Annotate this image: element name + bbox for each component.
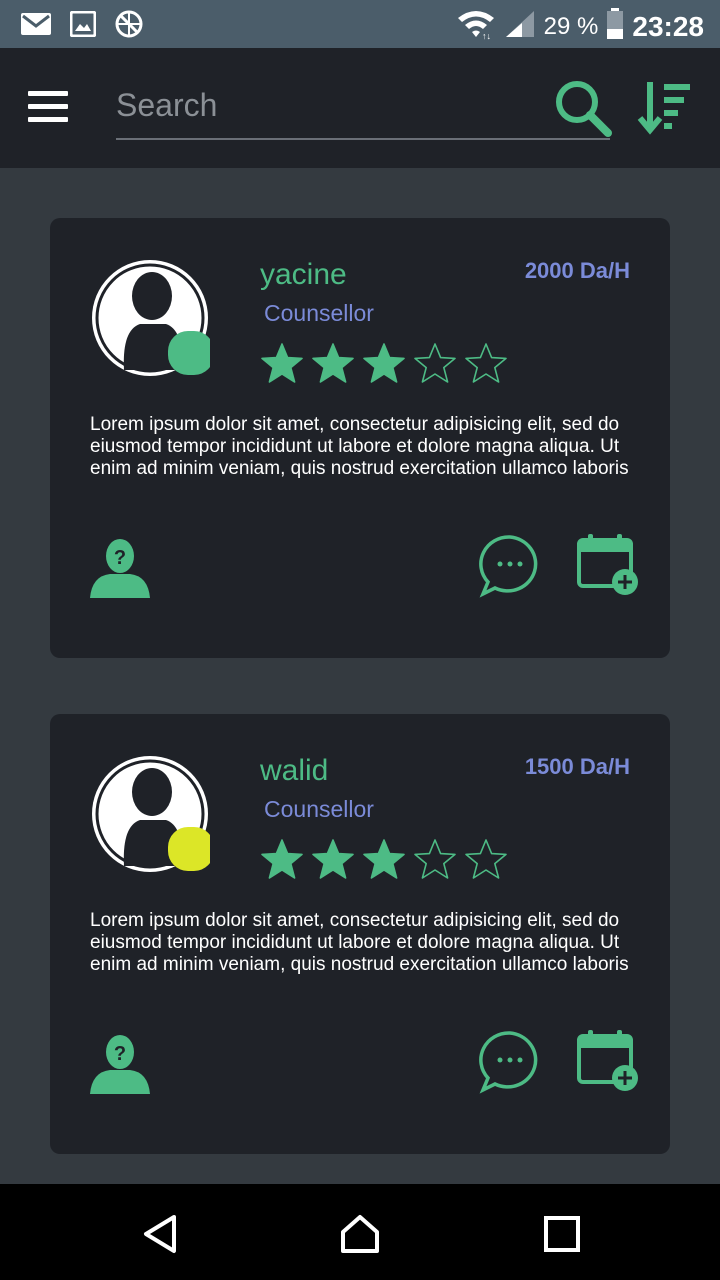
signal-icon <box>504 9 536 44</box>
back-icon <box>144 1215 176 1253</box>
counsellor-card[interactable]: walid Counsellor 1500 Da/H Lorem ipsum d… <box>50 714 670 1154</box>
search-bar <box>116 78 610 140</box>
user-question-icon: ? <box>90 1035 150 1094</box>
star-empty-icon <box>414 343 456 383</box>
counsellor-card[interactable]: yacine Counsellor 2000 Da/H Lorem ipsum … <box>50 218 670 658</box>
chat-bubble-icon <box>479 1031 538 1094</box>
star-empty-icon <box>465 839 507 879</box>
hourly-rate: 1500 Da/H <box>524 754 630 779</box>
menu-button[interactable] <box>28 91 68 123</box>
book-appointment-button[interactable] <box>576 532 642 598</box>
menu-icon <box>28 91 68 122</box>
chat-bubble-icon <box>479 535 538 598</box>
rating-stars <box>260 838 508 882</box>
counsellor-name[interactable]: yacine <box>260 258 347 292</box>
svg-text:?: ? <box>114 547 126 569</box>
battery-icon <box>606 8 624 45</box>
network-blocked-icon <box>114 9 144 44</box>
search-icon <box>556 81 612 137</box>
chat-button[interactable] <box>478 534 542 598</box>
sort-icon <box>637 82 690 135</box>
svg-text:↑↓: ↑↓ <box>482 31 491 40</box>
search-button[interactable] <box>552 78 614 140</box>
system-nav-bar <box>0 1184 720 1280</box>
svg-text:?: ? <box>114 1043 126 1065</box>
wifi-icon: ↑↓ <box>456 8 496 45</box>
hourly-rate: 2000 Da/H <box>524 258 630 283</box>
counsellor-role: Counsellor <box>264 300 374 326</box>
avatar <box>92 260 210 376</box>
ask-question-button[interactable]: ? <box>88 534 152 598</box>
clock: 23:28 <box>632 10 704 42</box>
recents-icon <box>544 1216 580 1252</box>
ask-question-button[interactable]: ? <box>88 1030 152 1094</box>
search-input[interactable] <box>116 78 536 132</box>
star-filled-icon <box>363 839 405 879</box>
sort-button[interactable] <box>636 78 694 138</box>
recents-button[interactable] <box>542 1214 582 1254</box>
mail-icon <box>20 11 52 42</box>
star-filled-icon <box>261 839 303 879</box>
counsellor-name[interactable]: walid <box>260 754 328 788</box>
star-filled-icon <box>363 343 405 383</box>
rating-stars <box>260 342 508 386</box>
home-icon <box>341 1215 379 1253</box>
star-empty-icon <box>465 343 507 383</box>
counsellor-role: Counsellor <box>264 796 374 822</box>
back-button[interactable] <box>140 1214 180 1254</box>
home-button[interactable] <box>340 1214 380 1254</box>
status-bar: ↑↓ 29 % 23:28 <box>0 0 720 48</box>
star-filled-icon <box>312 839 354 879</box>
star-filled-icon <box>312 343 354 383</box>
user-question-icon: ? <box>90 539 150 598</box>
star-filled-icon <box>261 343 303 383</box>
image-icon <box>69 10 97 42</box>
status-indicator <box>168 827 210 871</box>
battery-percent: 29 % <box>543 12 599 40</box>
book-appointment-button[interactable] <box>576 1028 642 1094</box>
avatar <box>92 756 210 872</box>
counsellor-description: Lorem ipsum dolor sit amet, consectetur … <box>90 414 629 479</box>
app-bar <box>0 48 720 168</box>
calendar-add-icon <box>577 1030 638 1091</box>
star-empty-icon <box>414 839 456 879</box>
status-indicator <box>168 331 210 375</box>
counsellor-description: Lorem ipsum dolor sit amet, consectetur … <box>90 910 629 975</box>
chat-button[interactable] <box>478 1030 542 1094</box>
calendar-add-icon <box>577 534 638 595</box>
